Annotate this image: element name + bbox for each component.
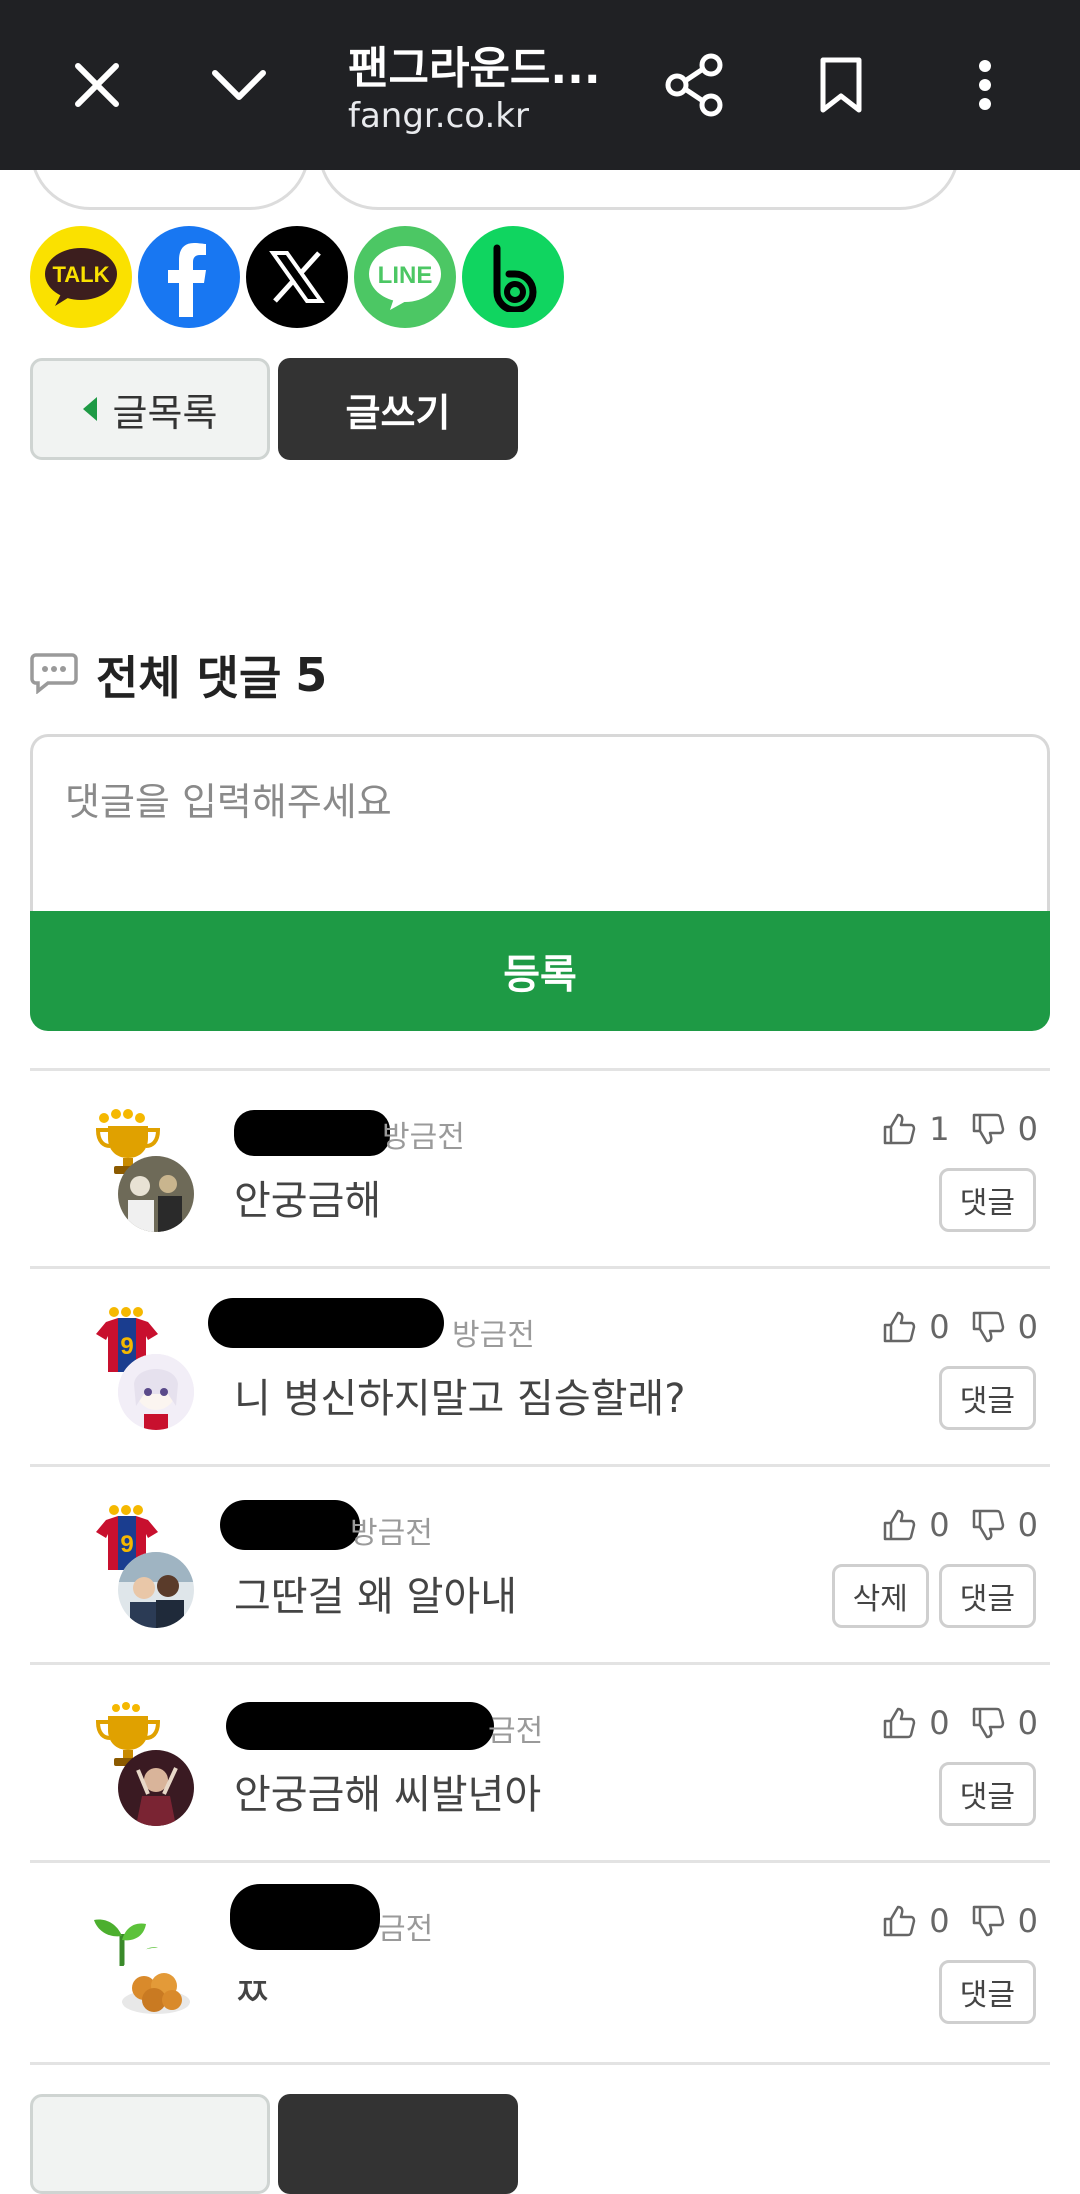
list-button-label: 글목록 (112, 390, 218, 435)
svg-text:LINE: LINE (378, 262, 433, 289)
comment-time: 방금전 (382, 1120, 465, 1155)
bookmark-icon[interactable] (796, 40, 886, 130)
thumbs-up-icon[interactable] (881, 1507, 917, 1543)
thumbs-up-icon[interactable] (881, 1903, 917, 1939)
comment-input-box (30, 734, 1050, 914)
reply-button[interactable]: 댓글 (938, 1168, 1036, 1232)
dislike-count: 0 (1017, 1704, 1038, 1742)
comment-actions: 댓글 (938, 1366, 1036, 1430)
svg-text:9: 9 (120, 1333, 133, 1360)
reply-button[interactable]: 댓글 (938, 1762, 1036, 1826)
thumbs-down-icon[interactable] (970, 1111, 1006, 1147)
comment-time: 금전 (488, 1714, 544, 1749)
vote-group: 0 0 (881, 1506, 1038, 1544)
thumbs-down-icon[interactable] (970, 1309, 1006, 1345)
reply-button[interactable]: 댓글 (938, 1366, 1036, 1430)
avatar[interactable] (118, 1552, 194, 1628)
comment-actions: 댓글 (938, 1168, 1036, 1232)
redacted-author (234, 1110, 390, 1156)
comment-time: 금전 (378, 1912, 434, 1947)
vote-group: 0 0 (881, 1308, 1038, 1346)
redacted-author (230, 1884, 380, 1950)
like-count: 0 (929, 1308, 950, 1346)
divider (30, 1662, 1050, 1665)
page-url[interactable]: fangr.co.kr (348, 96, 529, 136)
comment-text: 그딴걸 왜 알아내 (234, 1574, 518, 1620)
vote-group: 0 0 (881, 1902, 1038, 1940)
chevron-down-icon[interactable] (194, 40, 284, 130)
thumbs-up-icon[interactable] (881, 1309, 917, 1345)
comment-text: 안궁금해 씨발년아 (234, 1772, 542, 1818)
dislike-count: 0 (1017, 1308, 1038, 1346)
thumbs-down-icon[interactable] (970, 1705, 1006, 1741)
band-icon[interactable] (462, 226, 564, 328)
dislike-count: 0 (1017, 1506, 1038, 1544)
comment-text: ㅉ (234, 1970, 271, 2016)
speech-bubble-icon (30, 652, 78, 698)
share-icon[interactable] (650, 40, 740, 130)
comment-time: 방금전 (452, 1318, 535, 1353)
delete-button[interactable]: 삭제 (831, 1564, 929, 1628)
kakaotalk-icon[interactable]: TALK (30, 226, 132, 328)
like-count: 0 (929, 1704, 950, 1742)
write-button-bottom[interactable] (278, 2094, 518, 2194)
divider (30, 1068, 1050, 1071)
svg-text:TALK: TALK (52, 262, 109, 287)
avatar[interactable] (118, 1750, 194, 1826)
comment-item: 금전 안궁금해 씨발년아 0 0 댓글 (30, 1666, 1050, 1862)
like-count: 0 (929, 1902, 950, 1940)
browser-toolbar: 팬그라운드... fangr.co.kr (0, 0, 1080, 170)
write-button[interactable]: 글쓰기 (278, 358, 518, 460)
vote-group: 0 0 (881, 1704, 1038, 1742)
divider (30, 1266, 1050, 1269)
comments-title: 전체 댓글 (96, 651, 282, 705)
thumbs-up-icon[interactable] (881, 1111, 917, 1147)
vote-group: 1 0 (881, 1110, 1038, 1148)
redacted-author (208, 1298, 444, 1348)
reply-button[interactable]: 댓글 (938, 1960, 1036, 2024)
dislike-count: 0 (1017, 1902, 1038, 1940)
x-icon[interactable] (246, 226, 348, 328)
comment-item: 9 방금전 그딴걸 왜 알아내 0 0 삭제 댓글 (30, 1468, 1050, 1664)
comment-item: 방금전 안궁금해 1 0 댓글 (30, 1072, 1050, 1268)
redacted-author (220, 1500, 360, 1550)
comment-item: 금전 ㅉ 0 0 댓글 (30, 1864, 1050, 2060)
avatar[interactable] (118, 1948, 194, 2024)
comment-time: 방금전 (350, 1516, 433, 1551)
avatar[interactable] (118, 1354, 194, 1430)
comment-text: 안궁금해 (234, 1178, 382, 1224)
comments-header: 전체 댓글 5 (30, 640, 327, 710)
list-button-bottom[interactable] (30, 2094, 270, 2194)
divider (30, 1860, 1050, 1863)
comment-input[interactable] (33, 737, 1047, 914)
facebook-icon[interactable] (138, 226, 240, 328)
divider (30, 1464, 1050, 1467)
svg-text:9: 9 (120, 1531, 133, 1558)
caret-left-icon (82, 397, 97, 421)
dislike-count: 0 (1017, 1110, 1038, 1148)
comment-actions: 삭제 댓글 (831, 1564, 1036, 1628)
comment-actions: 댓글 (938, 1960, 1036, 2024)
more-vert-icon[interactable] (940, 40, 1030, 130)
line-icon[interactable]: LINE (354, 226, 456, 328)
page-title[interactable]: 팬그라운드... (348, 32, 601, 96)
thumbs-up-icon[interactable] (881, 1705, 917, 1741)
redacted-author (226, 1702, 494, 1750)
comment-text: 니 병신하지말고 짐승할래? (234, 1376, 686, 1422)
reply-button[interactable]: 댓글 (938, 1564, 1036, 1628)
like-count: 0 (929, 1506, 950, 1544)
submit-comment-label: 등록 (503, 952, 577, 998)
thumbs-down-icon[interactable] (970, 1903, 1006, 1939)
submit-comment-button[interactable]: 등록 (30, 911, 1050, 1031)
write-button-label: 글쓰기 (345, 390, 451, 435)
avatar[interactable] (118, 1156, 194, 1232)
close-icon[interactable] (52, 40, 142, 130)
list-button[interactable]: 글목록 (30, 358, 270, 460)
divider (30, 2062, 1050, 2065)
comment-actions: 댓글 (938, 1762, 1036, 1826)
thumbs-down-icon[interactable] (970, 1507, 1006, 1543)
comment-item: 9 방금전 니 병신하지말고 짐승할래? 0 0 댓글 (30, 1270, 1050, 1466)
comments-count: 5 (295, 648, 328, 702)
like-count: 1 (929, 1110, 950, 1148)
